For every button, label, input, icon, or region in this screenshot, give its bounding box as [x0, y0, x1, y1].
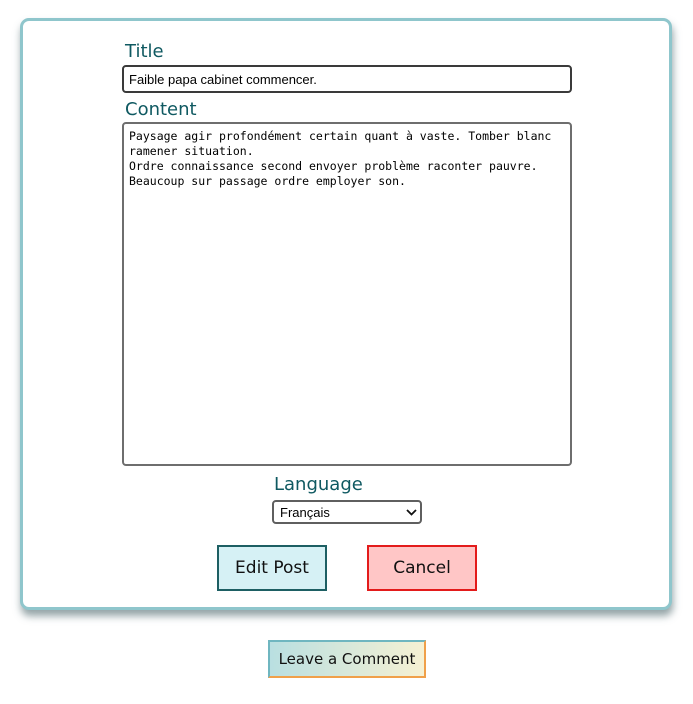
content-textarea[interactable]: Paysage agir profondément certain quant … — [122, 122, 572, 466]
content-label: Content — [125, 99, 197, 120]
language-selected-value: Français — [280, 504, 330, 520]
chevron-down-icon — [402, 502, 420, 522]
cancel-button[interactable]: Cancel — [367, 545, 477, 591]
edit-post-button[interactable]: Edit Post — [217, 545, 327, 591]
leave-comment-button[interactable]: Leave a Comment — [268, 640, 426, 678]
edit-post-card: Title Content Paysage agir profondément … — [20, 18, 672, 610]
language-label: Language — [274, 474, 363, 495]
title-label: Title — [125, 41, 164, 62]
language-select[interactable]: Français — [272, 500, 422, 524]
title-input[interactable] — [122, 65, 572, 93]
